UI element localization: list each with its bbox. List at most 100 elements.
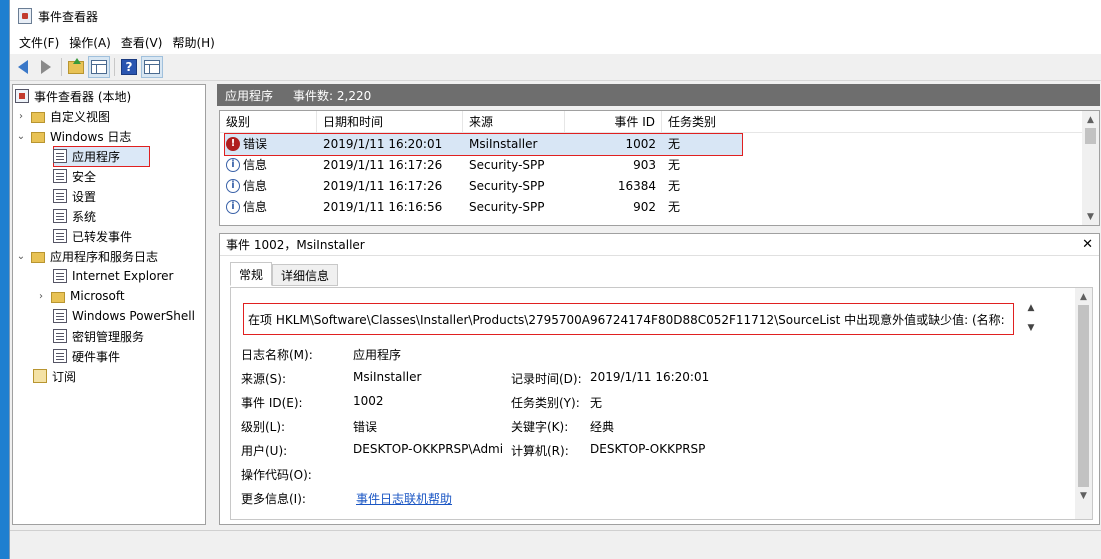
toolbar-separator	[114, 58, 115, 76]
scroll-up-icon[interactable]: ▲	[1028, 303, 1035, 313]
row-level: 错误	[243, 137, 268, 151]
event-count: 事件数: 2,220	[293, 88, 372, 103]
error-icon: !	[226, 136, 240, 151]
tree-item-label: 已转发事件	[72, 229, 133, 244]
show-tree-button[interactable]	[88, 56, 110, 78]
tree-item-internet-explorer[interactable]: Internet Explorer	[53, 266, 173, 286]
folder-icon	[31, 251, 45, 263]
detail-tabs: 常规 详细信息	[230, 262, 339, 286]
tree-item-application[interactable]: 应用程序	[53, 146, 120, 166]
log-header-name: 应用程序	[225, 88, 274, 103]
title-bar: 事件查看器	[10, 0, 1101, 32]
tree-root[interactable]: 事件查看器 (本地)	[15, 86, 131, 106]
row-event-id: 16384	[617, 178, 656, 193]
row-datetime: 2019/1/11 16:20:01	[323, 136, 443, 151]
tree-windows-logs[interactable]: ⌄ Windows 日志	[15, 126, 132, 146]
tab-details[interactable]: 详细信息	[272, 264, 339, 286]
menu-action[interactable]: 操作(A)	[64, 33, 116, 53]
menu-help[interactable]: 帮助(H)	[167, 33, 219, 53]
column-source[interactable]: 来源	[463, 111, 565, 132]
log-icon	[53, 309, 67, 323]
console-tree: 事件查看器 (本地) › 自定义视图 ⌄ Windows 日志 应用程序 安全 …	[12, 84, 206, 525]
table-row[interactable]: i 信息 2019/1/11 16:16:56 Security-SPP 902 …	[220, 196, 1099, 217]
value-log-name: 应用程序	[353, 348, 402, 362]
tree-item-powershell[interactable]: Windows PowerShell	[53, 306, 195, 326]
row-task-category: 无	[668, 158, 681, 172]
menu-bar: 文件(F) 操作(A) 查看(V) 帮助(H)	[10, 32, 1101, 54]
expand-icon[interactable]: ›	[35, 291, 47, 302]
back-arrow-icon	[18, 60, 28, 74]
info-icon: i	[226, 178, 240, 193]
up-level-button[interactable]	[65, 56, 87, 78]
scroll-thumb[interactable]	[1085, 128, 1096, 144]
row-task-category: 无	[668, 179, 681, 193]
show-action-pane-button[interactable]	[141, 56, 163, 78]
collapse-icon[interactable]: ⌄	[15, 131, 27, 142]
tree-custom-views[interactable]: › 自定义视图	[15, 106, 110, 126]
row-event-id: 903	[633, 157, 656, 172]
scroll-thumb[interactable]	[1078, 305, 1089, 487]
event-list: 级别 日期和时间 来源 事件 ID 任务类别 ! 错误 2019/1/11 16:…	[219, 110, 1100, 226]
menu-view[interactable]: 查看(V)	[116, 33, 168, 53]
event-list-header: 级别 日期和时间 来源 事件 ID 任务类别	[220, 111, 1099, 133]
online-help-link[interactable]: 事件日志联机帮助	[356, 490, 452, 507]
tree-subscriptions-label: 订阅	[52, 369, 77, 384]
tree-app-service-logs-label: 应用程序和服务日志	[50, 249, 159, 264]
column-level[interactable]: 级别	[220, 111, 317, 132]
column-event-id[interactable]: 事件 ID	[565, 111, 662, 132]
forward-arrow-icon	[41, 60, 51, 74]
scroll-up-icon[interactable]: ▲	[1082, 111, 1099, 128]
log-icon	[53, 209, 67, 223]
row-source: Security-SPP	[469, 157, 545, 172]
row-source: MsiInstaller	[469, 136, 538, 151]
help-button[interactable]: ?	[118, 56, 140, 78]
event-description[interactable]: 在项 HKLM\Software\Classes\Installer\Produ…	[243, 303, 1014, 335]
tree-item-key-management[interactable]: 密钥管理服务	[53, 326, 144, 346]
value-task-category: 无	[590, 396, 603, 410]
scroll-down-icon[interactable]: ▼	[1082, 208, 1099, 225]
info-icon: i	[226, 199, 240, 214]
description-scroll[interactable]: ▲ ▼	[1021, 303, 1041, 333]
collapse-icon[interactable]: ⌄	[15, 251, 27, 262]
value-keywords: 经典	[590, 420, 615, 434]
scroll-up-icon[interactable]: ▲	[1075, 288, 1092, 305]
label-computer: 计算机(R):	[511, 444, 569, 458]
label-log-name: 日志名称(M):	[241, 348, 313, 362]
table-row[interactable]: i 信息 2019/1/11 16:17:26 Security-SPP 903 …	[220, 154, 1099, 175]
event-list-scrollbar[interactable]: ▲ ▼	[1082, 111, 1099, 225]
pane-splitter[interactable]	[209, 84, 215, 525]
log-icon	[53, 229, 67, 243]
scroll-down-icon[interactable]: ▼	[1075, 487, 1092, 504]
tree-item-security[interactable]: 安全	[53, 166, 96, 186]
tab-general[interactable]: 常规	[230, 262, 273, 286]
column-task-category[interactable]: 任务类别	[662, 111, 737, 132]
log-icon	[53, 349, 67, 363]
log-icon	[53, 329, 67, 343]
tree-item-label: 设置	[72, 189, 97, 204]
folder-icon	[31, 111, 45, 123]
tree-item-label: 硬件事件	[72, 349, 121, 364]
back-button[interactable]	[12, 56, 34, 78]
tree-app-service-logs[interactable]: ⌄ 应用程序和服务日志	[15, 246, 158, 266]
table-row[interactable]: ! 错误 2019/1/11 16:20:01 MsiInstaller 1002…	[220, 133, 1099, 154]
toolbar-separator	[61, 58, 62, 76]
detail-scrollbar[interactable]: ▲ ▼	[1075, 288, 1092, 519]
tree-subscriptions[interactable]: 订阅	[33, 366, 76, 386]
label-logged: 记录时间(D):	[511, 372, 582, 386]
forward-button[interactable]	[35, 56, 57, 78]
log-header: 应用程序 事件数: 2,220	[217, 84, 1100, 106]
label-more-info: 更多信息(I):	[241, 492, 306, 506]
row-datetime: 2019/1/11 16:16:56	[323, 199, 443, 214]
tree-item-setup[interactable]: 设置	[53, 186, 96, 206]
table-row[interactable]: i 信息 2019/1/11 16:17:26 Security-SPP 1638…	[220, 175, 1099, 196]
expand-icon[interactable]: ›	[15, 111, 27, 122]
tree-item-hardware-events[interactable]: 硬件事件	[53, 346, 120, 366]
column-datetime[interactable]: 日期和时间	[317, 111, 463, 132]
tree-item-forwarded[interactable]: 已转发事件	[53, 226, 132, 246]
tree-item-system[interactable]: 系统	[53, 206, 96, 226]
scroll-down-icon[interactable]: ▼	[1028, 323, 1035, 333]
tree-item-microsoft[interactable]: › Microsoft	[35, 286, 125, 306]
folder-up-icon	[68, 57, 84, 74]
menu-file[interactable]: 文件(F)	[14, 33, 64, 53]
close-icon[interactable]: ✕	[1082, 237, 1093, 252]
